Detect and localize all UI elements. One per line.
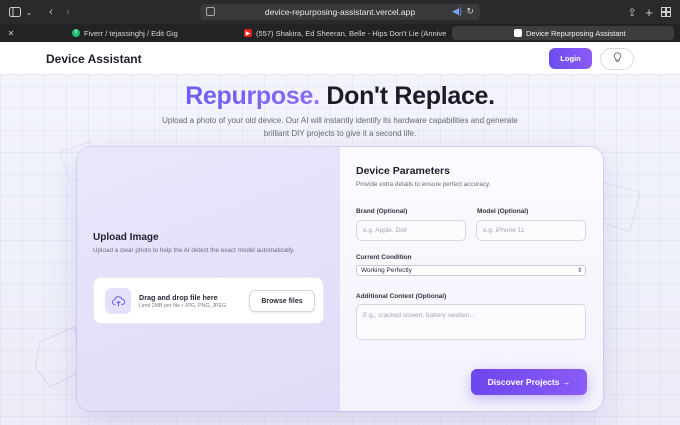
page-subtitle: Upload a photo of your old device. Our A… xyxy=(162,116,518,138)
fiverr-favicon-icon: f xyxy=(72,29,80,37)
brand-logo[interactable]: Device Assistant xyxy=(46,52,142,66)
back-icon[interactable]: ‹ xyxy=(45,5,57,19)
theme-toggle-button[interactable] xyxy=(600,48,634,70)
tab-overview-icon[interactable] xyxy=(659,5,673,19)
browser-toolbar: ⌄ ‹ › device-repurposing-assistant.verce… xyxy=(0,0,680,24)
reload-icon[interactable]: ↻ xyxy=(466,6,474,17)
condition-select[interactable]: Working Perfectly ⇕ xyxy=(356,265,586,276)
model-label: Model (Optional) xyxy=(477,208,529,215)
upload-description: Upload a clear photo to help the AI dete… xyxy=(93,247,295,254)
chevron-down-icon[interactable]: ⌄ xyxy=(24,5,34,19)
forward-icon[interactable]: › xyxy=(62,5,74,19)
new-tab-icon[interactable]: + xyxy=(643,5,655,20)
file-dropzone[interactable]: Drag and drop file here Limit 2MB per fi… xyxy=(93,277,324,324)
tab-youtube[interactable]: ▶ (557) Shakira, Ed Sheeran, Belle - Hip… xyxy=(238,26,446,40)
model-input[interactable] xyxy=(476,220,586,241)
dropzone-title: Drag and drop file here xyxy=(139,293,218,302)
tab-fiverr[interactable]: f Fiverr / tejassinghj / Edit Gig xyxy=(66,26,236,40)
page: Device Assistant Login Repurpose. Don't … xyxy=(0,42,680,425)
main-card: Upload Image Upload a clear photo to hel… xyxy=(77,147,603,411)
lightbulb-icon xyxy=(613,52,622,66)
tab-strip: ✕ f Fiverr / tejassinghj / Edit Gig ▶ (5… xyxy=(0,24,680,42)
title-accent: Repurpose. xyxy=(185,82,320,110)
cloud-upload-icon xyxy=(105,288,131,314)
parameters-panel: Device Parameters Provide extra details … xyxy=(340,147,603,411)
context-textarea[interactable] xyxy=(356,304,586,340)
upload-panel: Upload Image Upload a clear photo to hel… xyxy=(77,147,340,411)
youtube-favicon-icon: ▶ xyxy=(244,29,252,37)
chevron-updown-icon: ⇕ xyxy=(576,268,582,274)
site-settings-icon[interactable] xyxy=(206,7,215,16)
tab-device-assistant[interactable]: Device Repurposing Assistant xyxy=(452,26,674,40)
site-favicon-icon xyxy=(514,29,522,37)
dropzone-hint: Limit 2MB per file • JPG, PNG, JPEG xyxy=(139,303,227,309)
context-label: Additional Context (Optional) xyxy=(356,293,447,300)
close-tab-icon[interactable]: ✕ xyxy=(6,27,16,39)
address-bar[interactable]: device-repurposing-assistant.vercel.app … xyxy=(200,4,480,20)
browse-files-button[interactable]: Browse files xyxy=(249,290,315,312)
login-button[interactable]: Login xyxy=(549,48,592,69)
navbar: Device Assistant Login xyxy=(0,42,680,75)
share-icon[interactable]: ⇪ xyxy=(626,5,638,19)
brand-label: Brand (Optional) xyxy=(356,208,408,215)
title-rest: Don't Replace. xyxy=(319,82,495,110)
condition-label: Current Condition xyxy=(356,254,412,261)
sidebar-toggle-icon[interactable] xyxy=(8,5,22,19)
parameters-description: Provide extra details to ensure perfect … xyxy=(356,181,491,188)
url-text: device-repurposing-assistant.vercel.app xyxy=(264,7,416,17)
brand-input[interactable] xyxy=(356,220,466,241)
upload-title: Upload Image xyxy=(93,232,159,243)
page-title: Repurpose. Don't Replace. xyxy=(0,82,680,111)
parameters-title: Device Parameters xyxy=(356,165,450,177)
speaker-icon[interactable]: ◀︎) xyxy=(452,6,462,17)
discover-projects-button[interactable]: Discover Projects → xyxy=(471,369,587,395)
condition-value: Working Perfectly xyxy=(361,267,412,274)
